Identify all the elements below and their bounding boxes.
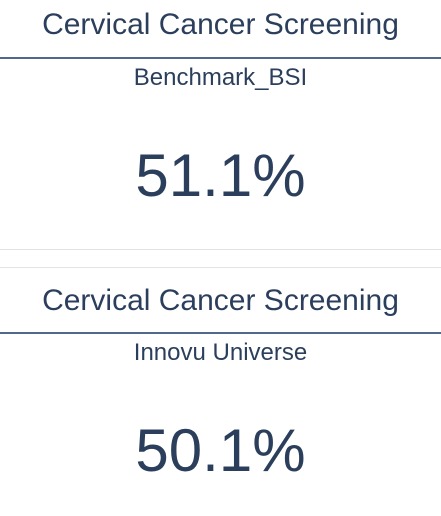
card-title: Cervical Cancer Screening	[42, 284, 399, 317]
metric-value: 50.1%	[135, 417, 306, 484]
card-title: Cervical Cancer Screening	[42, 8, 399, 41]
metric-value: 51.1%	[135, 142, 306, 209]
card-separator	[0, 249, 441, 268]
title-divider	[0, 57, 441, 59]
metric-card-benchmark: Cervical Cancer Screening Benchmark_BSI …	[0, 0, 441, 249]
metric-card-universe: Cervical Cancer Screening Innovu Univers…	[0, 268, 441, 516]
card-subtitle: Innovu Universe	[133, 339, 308, 366]
title-divider	[0, 332, 441, 334]
card-subtitle: Benchmark_BSI	[133, 64, 308, 91]
